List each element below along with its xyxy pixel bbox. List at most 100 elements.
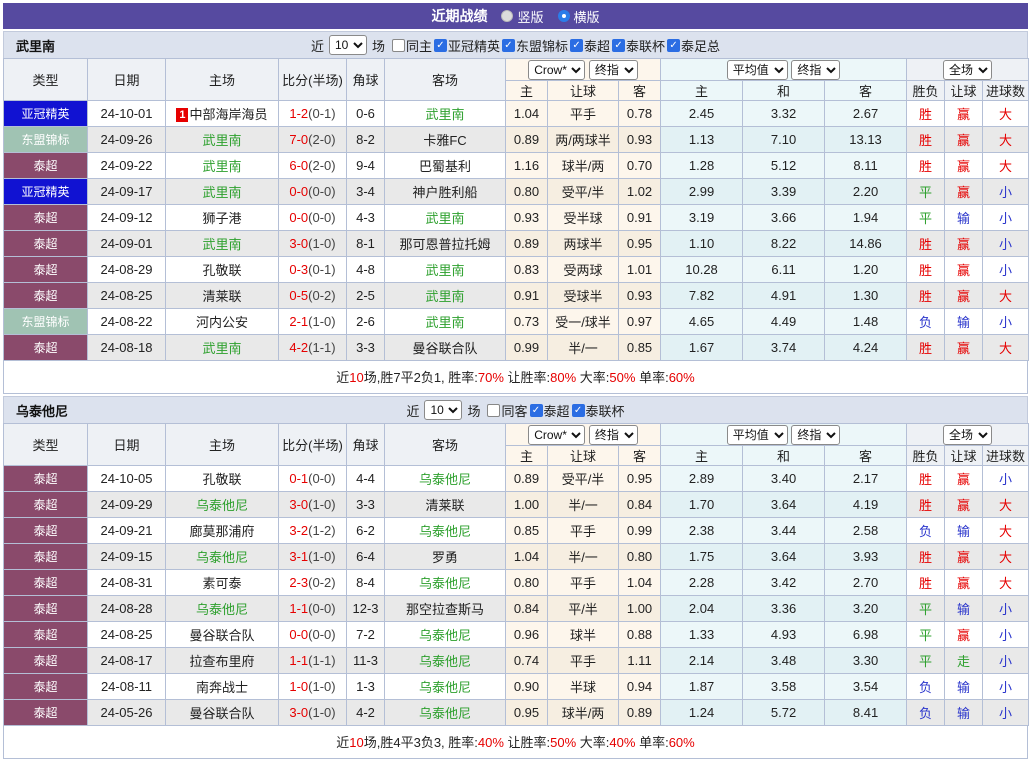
home-team[interactable]: 孔敬联 xyxy=(165,256,279,283)
avg-away-odds: 14.86 xyxy=(824,230,908,257)
home-team[interactable]: 1 中部海岸海员 xyxy=(165,100,279,127)
avg-draw-odds: 3.48 xyxy=(742,647,826,674)
bookmaker-select[interactable]: Crow* xyxy=(528,424,586,445)
handicap-stage-select[interactable]: 终指 xyxy=(588,59,638,80)
match-date: 24-10-05 xyxy=(87,465,166,492)
match-date: 24-08-11 xyxy=(87,673,166,700)
away-team[interactable]: 武里南 xyxy=(384,256,506,283)
home-team[interactable]: 孔敬联 xyxy=(165,465,279,492)
away-team[interactable]: 武里南 xyxy=(384,308,506,335)
home-team[interactable]: 武里南 xyxy=(165,178,279,205)
checkbox-icon[interactable]: ✓ xyxy=(433,38,447,52)
home-team[interactable]: 廊莫那浦府 xyxy=(165,517,279,544)
filter-checkbox[interactable]: ✓ 泰联杯 xyxy=(612,36,665,55)
checkbox-icon[interactable]: ✓ xyxy=(667,38,681,52)
avg-home-odds: 2.14 xyxy=(660,647,744,674)
filters: 近 10 场 同客 ✓ 泰超 ✓ 泰联杯 xyxy=(406,400,625,420)
away-team[interactable]: 巴蜀基利 xyxy=(384,152,506,179)
away-team[interactable]: 乌泰他尼 xyxy=(384,673,506,700)
checkbox-icon[interactable]: ✓ xyxy=(502,38,515,52)
home-team[interactable]: 南奔战士 xyxy=(165,673,279,700)
home-team[interactable]: 武里南 xyxy=(165,152,279,179)
match-count-select[interactable]: 10 xyxy=(424,400,463,420)
away-team[interactable]: 乌泰他尼 xyxy=(384,647,506,674)
checkbox-icon[interactable]: ✓ xyxy=(529,403,543,417)
corner-score: 3-3 xyxy=(346,491,385,518)
average-stage-select[interactable]: 终指 xyxy=(791,424,841,445)
checkbox-label: 泰联杯 xyxy=(626,38,666,54)
radio-unselected-icon[interactable] xyxy=(501,10,514,22)
home-team[interactable]: 狮子港 xyxy=(165,204,279,231)
radio-selected-icon[interactable] xyxy=(557,10,570,22)
filter-checkbox[interactable]: ✓ 亚冠精英 xyxy=(433,36,500,55)
away-team[interactable]: 乌泰他尼 xyxy=(384,569,506,596)
away-team[interactable]: 神户胜利船 xyxy=(384,178,506,205)
home-team[interactable]: 河内公安 xyxy=(165,308,279,335)
away-team[interactable]: 乌泰他尼 xyxy=(384,621,506,648)
result-goals: 大 xyxy=(982,100,1030,127)
away-team[interactable]: 乌泰他尼 xyxy=(384,699,506,726)
away-team[interactable]: 罗勇 xyxy=(384,543,506,570)
away-team[interactable]: 那可恩普拉托姆 xyxy=(384,230,506,257)
filter-checkbox[interactable]: ✓ 泰联杯 xyxy=(571,401,625,420)
home-team[interactable]: 曼谷联合队 xyxy=(165,699,279,726)
checkbox-icon[interactable]: ✓ xyxy=(612,38,626,52)
scope-select[interactable]: 全场 xyxy=(943,424,993,445)
filter-checkbox[interactable]: ✓ 泰超 xyxy=(529,401,570,420)
result-handicap: 赢 xyxy=(944,465,984,492)
home-team[interactable]: 曼谷联合队 xyxy=(165,621,279,648)
corner-score: 8-4 xyxy=(346,569,385,596)
result-wdl: 平 xyxy=(906,204,946,231)
away-team[interactable]: 清莱联 xyxy=(384,491,506,518)
result-handicap: 输 xyxy=(944,673,984,700)
home-team[interactable]: 武里南 xyxy=(165,126,279,153)
away-team[interactable]: 曼谷联合队 xyxy=(384,334,506,361)
result-goals: 大 xyxy=(982,126,1030,153)
scope-select[interactable]: 全场 xyxy=(943,59,993,80)
average-select[interactable]: 平均值 xyxy=(726,424,788,445)
filter-checkbox[interactable]: 同客 xyxy=(487,401,528,420)
layout-vertical-option[interactable]: 竖版 xyxy=(501,7,544,26)
home-team[interactable]: 素可泰 xyxy=(165,569,279,596)
league-badge: 东盟锦标 xyxy=(3,308,88,335)
home-team[interactable]: 武里南 xyxy=(165,334,279,361)
home-team[interactable]: 拉查布里府 xyxy=(165,647,279,674)
home-team[interactable]: 清莱联 xyxy=(165,282,279,309)
league-filter-checkboxes: 同客 ✓ 泰超 ✓ 泰联杯 xyxy=(487,401,625,420)
result-wdl: 胜 xyxy=(906,491,946,518)
average-select[interactable]: 平均值 xyxy=(726,59,788,80)
col-home: 主场 xyxy=(165,58,279,101)
away-team[interactable]: 乌泰他尼 xyxy=(384,517,506,544)
filter-checkbox[interactable]: ✓ 泰足总 xyxy=(667,36,720,55)
away-team[interactable]: 武里南 xyxy=(384,282,506,309)
bookmaker-select[interactable]: Crow* xyxy=(528,59,586,80)
home-team[interactable]: 武里南 xyxy=(165,230,279,257)
handicap-away-odds: 0.93 xyxy=(617,126,662,153)
home-team[interactable]: 乌泰他尼 xyxy=(165,543,279,570)
match-row: 泰超 24-08-31 素可泰 2-3(0-2) 8-4 乌泰他尼 0.80 平手 1.04 2.… xyxy=(3,569,1030,596)
home-team[interactable]: 乌泰他尼 xyxy=(165,595,279,622)
match-date: 24-08-17 xyxy=(87,647,166,674)
avg-draw-odds: 5.72 xyxy=(742,699,826,726)
handicap-home-odds: 1.16 xyxy=(505,152,548,179)
match-count-select[interactable]: 10 xyxy=(328,35,367,55)
result-wdl: 平 xyxy=(906,621,946,648)
corner-score: 1-3 xyxy=(346,673,385,700)
checkbox-icon[interactable] xyxy=(487,403,501,417)
handicap-stage-select[interactable]: 终指 xyxy=(588,424,638,445)
average-stage-select[interactable]: 终指 xyxy=(791,59,841,80)
score: 0-1(0-0) xyxy=(278,465,347,492)
filter-checkbox[interactable]: ✓ 泰超 xyxy=(570,36,610,55)
checkbox-icon[interactable] xyxy=(391,38,405,52)
checkbox-icon[interactable]: ✓ xyxy=(571,403,585,417)
layout-horizontal-option[interactable]: 横版 xyxy=(557,7,600,26)
away-team[interactable]: 武里南 xyxy=(384,204,506,231)
home-team[interactable]: 乌泰他尼 xyxy=(165,491,279,518)
filter-checkbox[interactable]: ✓ 东盟锦标 xyxy=(502,36,568,55)
checkbox-icon[interactable]: ✓ xyxy=(570,38,584,52)
away-team[interactable]: 卡雅FC xyxy=(384,126,506,153)
filter-checkbox[interactable]: 同主 xyxy=(391,36,432,55)
away-team[interactable]: 乌泰他尼 xyxy=(384,465,506,492)
away-team[interactable]: 武里南 xyxy=(384,100,506,127)
away-team[interactable]: 那空拉查斯马 xyxy=(384,595,506,622)
